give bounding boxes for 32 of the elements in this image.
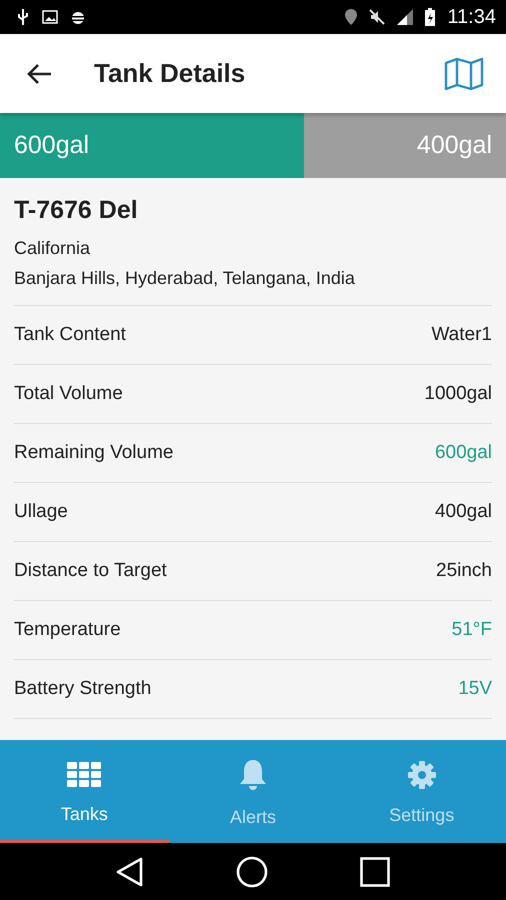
remaining-label: 600gal: [14, 131, 90, 160]
detail-label: Remaining Volume: [14, 442, 174, 464]
tank-address: Banjara Hills, Hyderabad, Telangana, India: [14, 267, 356, 290]
back-arrow-icon: [26, 62, 52, 84]
location-icon: [345, 9, 358, 25]
detail-value: 15V: [458, 678, 492, 700]
grid-icon: [67, 762, 102, 788]
usb-icon: [16, 9, 30, 25]
detail-value: Water1: [431, 324, 492, 346]
detail-label: Total Volume: [14, 383, 123, 405]
detail-value: 1000gal: [424, 383, 492, 405]
tank-name: T-7676 Del: [14, 196, 139, 225]
tank-region: California: [14, 237, 92, 260]
detail-label: Tank Content: [14, 324, 126, 346]
battery-icon: [425, 8, 436, 26]
ullage-label: 400gal: [416, 131, 492, 160]
detail-value: 51°F: [452, 619, 492, 641]
nav-tab[interactable]: Alerts: [168, 740, 338, 843]
detail-value: 400gal: [434, 501, 492, 523]
image-icon: [42, 10, 58, 24]
detail-label: Temperature: [14, 619, 121, 641]
signal-icon: [397, 9, 414, 25]
muted-icon: [369, 9, 386, 25]
nav-tab[interactable]: Settings: [337, 740, 506, 843]
detail-label: Distance to Target: [14, 560, 167, 582]
detail-label: Battery Strength: [14, 678, 152, 700]
clock-time: 11:34: [447, 6, 496, 28]
bell-icon: [238, 759, 268, 791]
screen-title: Tank Details: [94, 58, 246, 89]
detail-value: 600gal: [434, 442, 492, 464]
detail-label: Ullage: [14, 501, 68, 523]
detail-value: 25inch: [436, 560, 492, 582]
